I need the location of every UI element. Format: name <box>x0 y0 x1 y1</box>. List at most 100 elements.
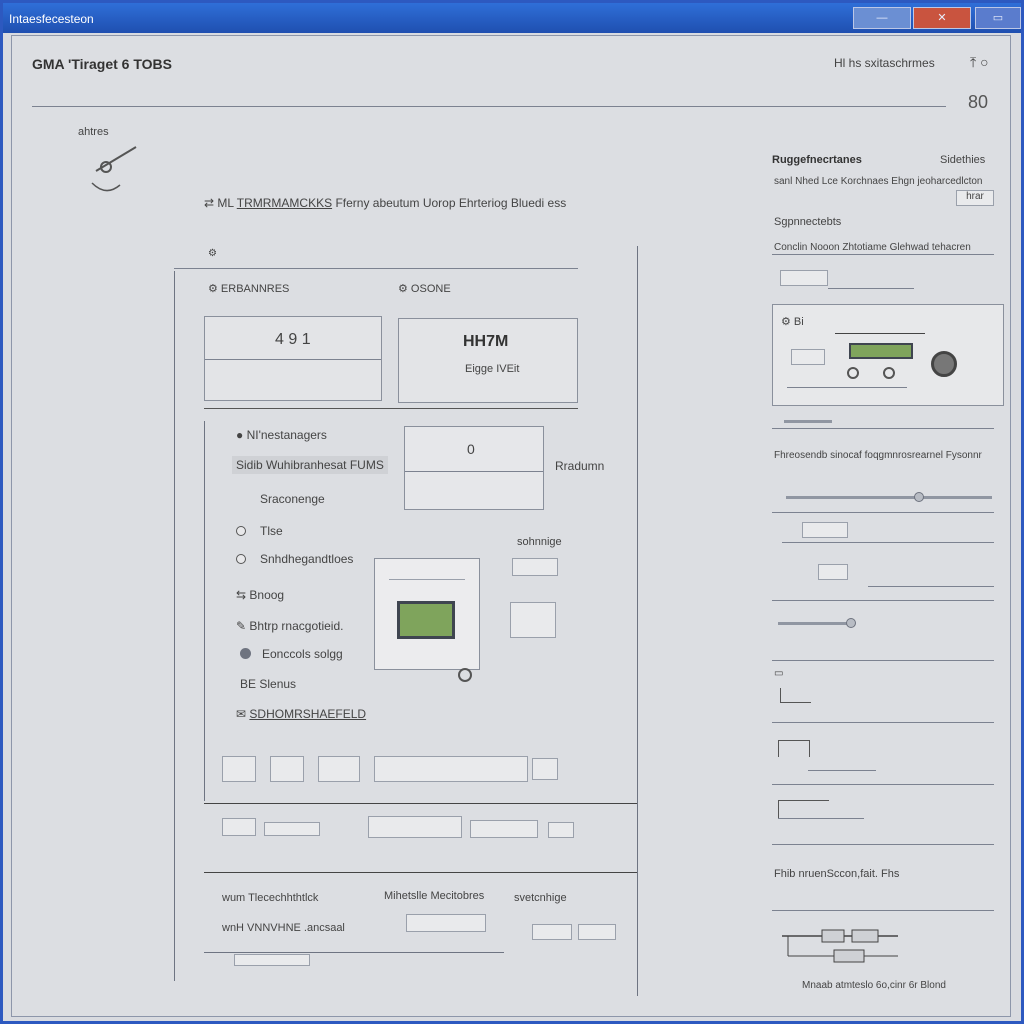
device-button[interactable] <box>791 349 825 365</box>
right-divider-2 <box>772 428 994 429</box>
toolbar-button-2[interactable] <box>270 756 304 782</box>
option-row-1[interactable]: ● NI'nestanagers <box>236 428 327 442</box>
bottom-button-1[interactable] <box>532 924 572 940</box>
toolbar-slider-box[interactable] <box>374 756 528 782</box>
right-section-desc: Conclin Nooon Zhtotiame Glehwad tehacren <box>774 242 971 253</box>
card-right-sub: Eigge IVEit <box>465 363 520 375</box>
right-field-line <box>828 288 914 289</box>
maximize-icon: ▭ <box>992 12 1004 24</box>
option-row-6[interactable]: ⇆ Bnoog <box>236 588 284 602</box>
option-row-5[interactable]: Snhdhegandtloes <box>260 552 353 566</box>
options-frame-left <box>204 421 205 801</box>
page-title: GMA 'Tiraget 6 TOBS <box>32 56 172 72</box>
setting-field-1[interactable] <box>802 522 848 538</box>
right-settings-desc: Fhreosendb sinocaf foqgmnrosrearnel Fyso… <box>774 450 982 461</box>
setting-item-icon[interactable]: ▭ <box>774 668 783 679</box>
setting-field-2[interactable] <box>818 564 848 580</box>
option-radio[interactable] <box>236 554 246 564</box>
right-mini-slider[interactable] <box>784 420 832 423</box>
option-label: Sraconenge <box>260 492 325 506</box>
header-right-text: Hl hs sxitaschrmes <box>834 56 935 70</box>
app-window: Intaesfecesteon — ✕ ▭ GMA 'Tiraget 6 TOB… <box>0 0 1024 1024</box>
lower-divider-2 <box>204 872 637 873</box>
setting-slider-2[interactable] <box>778 622 854 625</box>
setting-slider-1-knob[interactable] <box>914 492 924 502</box>
lower-field-2[interactable] <box>264 822 320 836</box>
card-right-value: HH7M <box>463 333 509 350</box>
right-divider-4 <box>772 600 994 601</box>
bottom-label-d: wnH VNNVHNE .ancsaal <box>222 922 345 934</box>
right-footer-text: Fhib nruenSccon,fait. Fhs <box>774 868 900 880</box>
lower-field-1[interactable] <box>222 818 256 836</box>
lower-divider-1 <box>204 803 637 804</box>
wrench-icon[interactable] <box>82 141 142 201</box>
main-frame-right <box>637 246 638 996</box>
right-panel-title-right: Sidethies <box>940 154 986 166</box>
toolbar-button-1[interactable] <box>222 756 256 782</box>
device-dial-icon[interactable] <box>931 351 957 377</box>
bottom-button-2[interactable] <box>578 924 616 940</box>
setting-line-2 <box>868 586 994 587</box>
preview-value: 0 <box>467 441 475 457</box>
setting-slider-1[interactable] <box>786 496 992 499</box>
option-row-2[interactable]: Sidib Wuhibranhesat FUMS <box>232 456 388 474</box>
lower-field-4[interactable] <box>470 820 538 838</box>
card-right[interactable]: HH7M Eigge IVEit <box>398 318 578 403</box>
callout-label: sohnnige <box>517 536 562 548</box>
right-divider-9 <box>772 910 994 911</box>
toolbar-button-3[interactable] <box>318 756 360 782</box>
option-label: Bnoog <box>249 588 285 602</box>
maximize-button[interactable]: ▭ <box>975 7 1021 29</box>
left-panel-label: ahtres <box>78 126 109 138</box>
heading-link[interactable]: TRMRMAMCKKS <box>237 196 332 210</box>
bottom-input[interactable] <box>406 914 486 932</box>
device-knob-right-icon[interactable] <box>883 367 895 379</box>
preview-box[interactable]: 0 <box>404 426 544 510</box>
option-dot[interactable] <box>240 648 251 659</box>
option-label: Slenus <box>259 677 297 691</box>
option-row-4[interactable]: Tlse <box>260 524 283 538</box>
toolbar-button-4[interactable] <box>532 758 558 780</box>
callout-tag-2[interactable] <box>510 602 556 638</box>
right-bottom-caption: Mnaab atmteslo 6o,cinr 6r Blond <box>802 980 946 991</box>
edit-icon: ✎ <box>236 619 247 633</box>
option-row-3[interactable]: Sraconenge <box>260 492 325 506</box>
lower-field-5[interactable] <box>548 822 574 838</box>
header-right-icon[interactable]: ⤒ ○ <box>970 54 989 71</box>
right-section-label: Sgpnnectebts <box>774 216 842 228</box>
option-row-10[interactable]: ✉ SDHOMRSHAEFELD <box>236 707 366 721</box>
device-knob-left-icon[interactable] <box>847 367 859 379</box>
preview-side-label: Rradumn <box>555 459 605 473</box>
callout-tag-1[interactable] <box>512 558 558 576</box>
option-row-8[interactable]: Eonccols solgg <box>262 647 343 661</box>
option-label: SDHOMRSHAEFELD <box>249 707 367 721</box>
right-small-button[interactable]: hrar <box>956 190 994 206</box>
option-radio[interactable] <box>236 526 246 536</box>
card-left-label-text: ERBANNRES <box>220 283 290 295</box>
heading-rest: Fferny abeutum Uorop Ehrteriog Bluedi es… <box>335 196 567 210</box>
right-panel-desc: sanl Nhed Lce Korchnaes Ehgn jeoharcedlc… <box>774 176 983 187</box>
heading-icon: ⇄ <box>204 196 218 210</box>
setting-slider-2-knob[interactable] <box>846 618 856 628</box>
lower-field-3[interactable] <box>368 816 462 838</box>
header-divider <box>32 106 946 107</box>
right-field[interactable] <box>780 270 828 286</box>
card-right-label: ⚙ OSONE <box>398 283 451 295</box>
main-frame-left <box>174 271 175 981</box>
device-illustration <box>374 558 480 670</box>
setting-line-1 <box>782 542 994 543</box>
bottom-label-a: wum Tlecechhthtlck <box>222 892 319 904</box>
option-label: NI'nestanagers <box>246 428 327 442</box>
minimize-button[interactable]: — <box>853 7 911 29</box>
zoom-level[interactable]: 80 <box>968 92 988 113</box>
option-row-9[interactable]: BE Slenus <box>240 677 296 691</box>
card-left[interactable]: 4 9 1 <box>204 316 382 401</box>
option-row-7[interactable]: ✎ Bhtrp rnacgotieid. <box>236 619 343 633</box>
device-base-line <box>787 387 907 388</box>
bottom-status-box <box>234 954 310 966</box>
right-divider-3 <box>772 512 994 513</box>
device-top-strip <box>389 579 465 580</box>
preview-divider <box>405 471 543 472</box>
close-button[interactable]: ✕ <box>913 7 971 29</box>
card-left-value: 4 9 1 <box>275 331 311 348</box>
